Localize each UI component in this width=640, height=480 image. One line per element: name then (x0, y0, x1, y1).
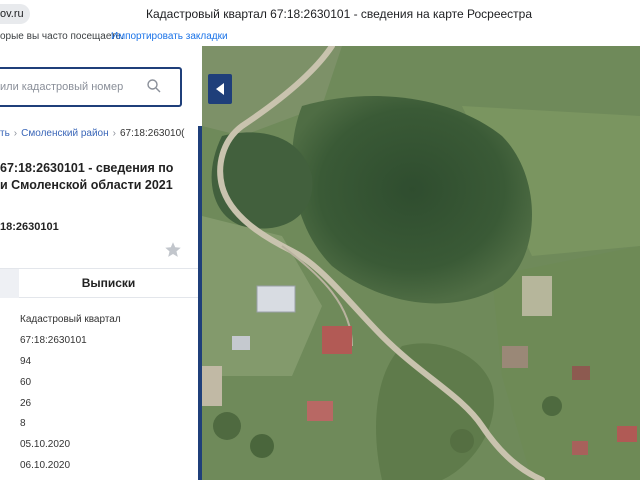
info-value: 26 (20, 397, 32, 409)
satellite-map[interactable] (202, 46, 640, 480)
address-bar[interactable]: ov.ru (0, 4, 30, 24)
tab-info[interactable] (0, 269, 19, 298)
breadcrumb-separator: › (13, 128, 18, 139)
cadastral-number: 18:2630101 (0, 221, 59, 233)
info-date: 06.10.2020 (20, 460, 71, 472)
page-title-line: 67:18:2630101 - сведения по (0, 161, 174, 175)
tabs: Выписки (0, 268, 198, 298)
url-text: ov.ru (0, 8, 24, 20)
breadcrumb-item[interactable]: ть (0, 128, 10, 139)
page-title: 67:18:2630101 - сведения по и Смоленской… (0, 160, 195, 194)
page-title-line: и Смоленской области 2021 (0, 178, 173, 192)
info-date: 05.10.2020 (20, 439, 71, 451)
star-icon[interactable] (164, 241, 182, 259)
import-bookmarks-link[interactable]: Импортировать закладки (111, 30, 228, 44)
search-input[interactable] (0, 69, 146, 105)
window-title: Кадастровый квартал 67:18:2630101 - свед… (146, 7, 533, 21)
info-value: 94 (20, 355, 32, 367)
map-imagery (202, 46, 640, 480)
collapse-panel-button[interactable] (208, 74, 232, 104)
bookmarks-bar: орые вы часто посещаете. Импортировать з… (0, 30, 640, 44)
info-number: 67:18:2630101 (20, 334, 87, 346)
breadcrumb-item-district[interactable]: Смоленский район (21, 128, 108, 139)
sidebar: ть›Смоленский район›67:18:263010( 67:18:… (0, 46, 202, 480)
info-value: 60 (20, 376, 32, 388)
breadcrumb-separator: › (112, 128, 116, 139)
chevron-left-icon (216, 83, 224, 95)
search-box (0, 67, 182, 107)
browser-topbar: ov.ru Кадастровый квартал 67:18:2630101 … (0, 0, 640, 30)
search-icon[interactable] (146, 78, 162, 94)
info-type: Кадастровый квартал (20, 314, 121, 325)
breadcrumb: ть › Смоленский район › 67:18:263010( (0, 128, 184, 139)
breadcrumb-current: 67:18:263010( (119, 128, 185, 139)
bookmarks-hint: орые вы часто посещаете. (0, 31, 124, 42)
tab-extracts[interactable]: Выписки (19, 269, 198, 298)
info-list: Кадастровый квартал 67:18:2630101 94 60 … (20, 310, 121, 477)
info-value: 8 (20, 418, 26, 430)
